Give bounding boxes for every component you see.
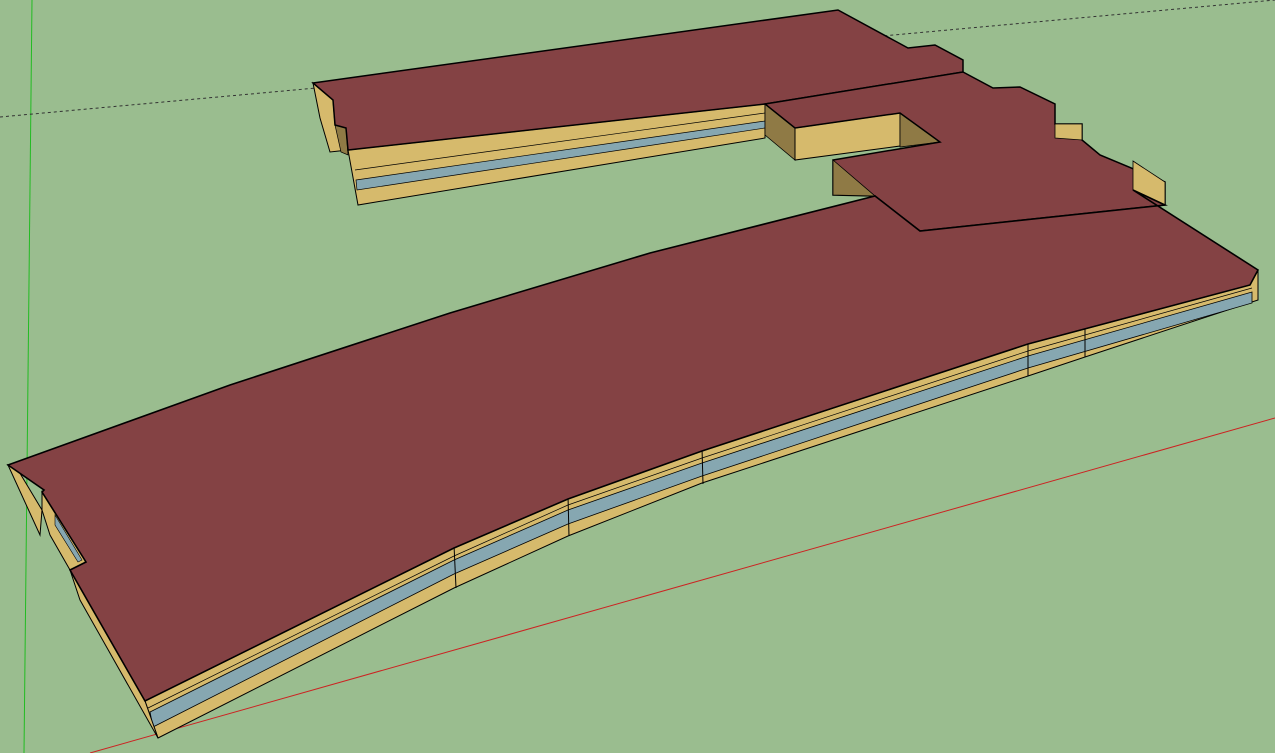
model-viewport[interactable]	[0, 0, 1275, 753]
scene-canvas[interactable]	[0, 0, 1275, 753]
